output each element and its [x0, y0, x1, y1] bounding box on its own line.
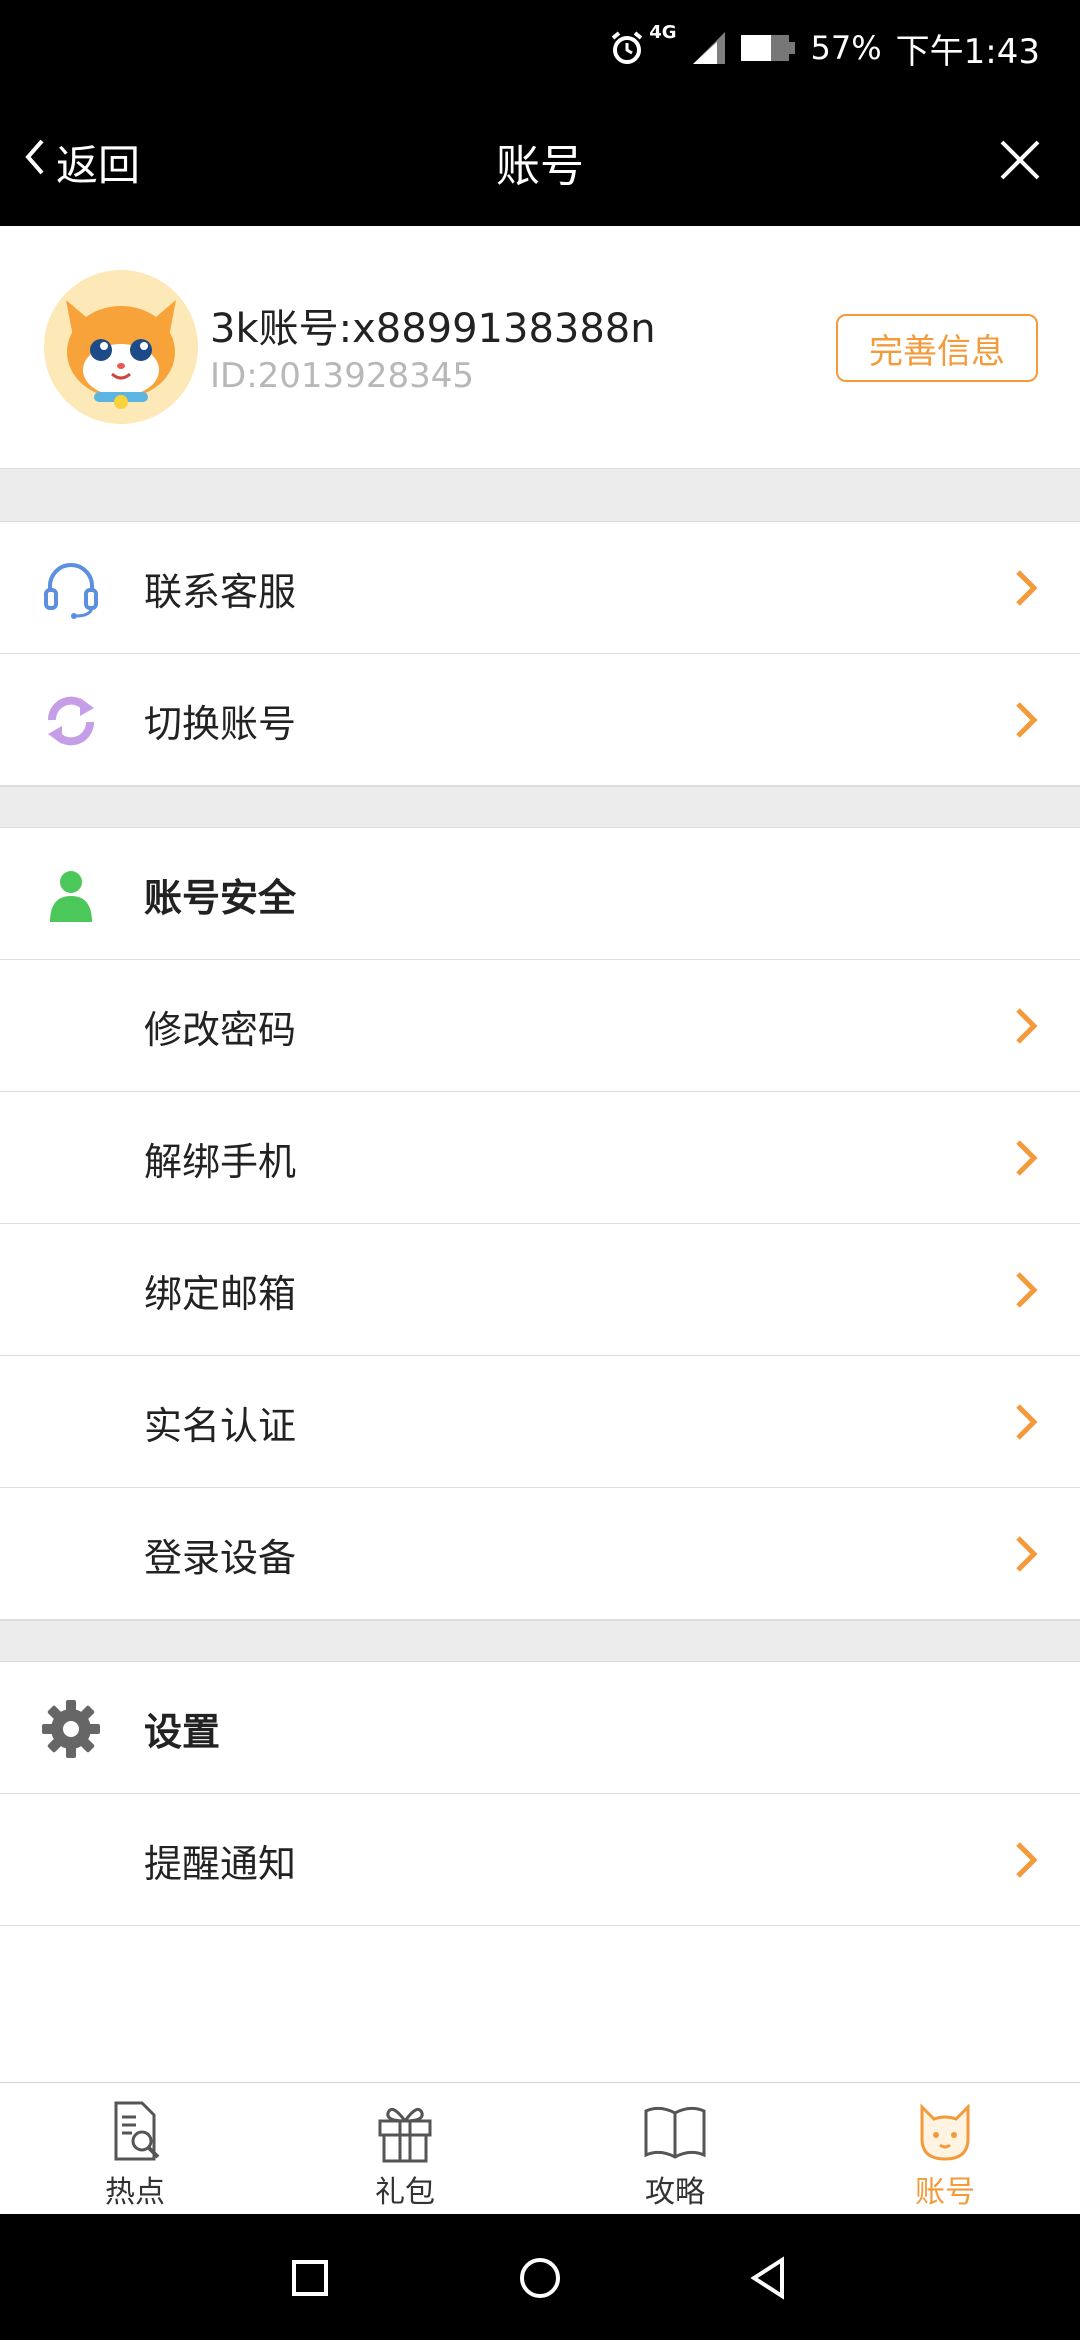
menu-label: 切换账号 — [144, 701, 297, 746]
menu-label: 登录设备 — [144, 1535, 297, 1580]
user-icon — [40, 864, 102, 926]
menu-item-contact-service[interactable]: 联系客服 — [0, 522, 1080, 654]
chevron-right-icon — [1014, 1840, 1038, 1880]
menu-label: 提醒通知 — [144, 1841, 297, 1886]
screen: 4G 57% 下午1:43 返回 账号 3k账号:x8899138388n ID… — [0, 0, 1080, 2340]
complete-info-button[interactable]: 完善信息 — [836, 314, 1038, 382]
account-name: 3k账号:x8899138388n — [210, 306, 656, 352]
back-label: 返回 — [56, 140, 141, 190]
tab-label: 热点 — [105, 2175, 165, 2210]
section-header-account-security: 账号安全 — [0, 828, 1080, 960]
app-header: 返回 账号 — [0, 98, 1080, 226]
section-title: 设置 — [144, 1709, 221, 1754]
tab-hot[interactable]: 热点 — [0, 2083, 270, 2215]
chevron-right-icon — [1014, 1534, 1038, 1574]
close-icon — [998, 138, 1042, 186]
status-icons: 4G 57% 下午1:43 — [609, 22, 1040, 74]
tab-label: 攻略 — [645, 2175, 705, 2210]
cat-avatar-icon — [44, 270, 198, 424]
section-title: 账号安全 — [144, 875, 297, 920]
home-button[interactable] — [514, 2252, 566, 2304]
section-divider — [0, 1620, 1080, 1662]
menu-label: 绑定邮箱 — [144, 1271, 297, 1316]
tab-gifts[interactable]: 礼包 — [270, 2083, 540, 2215]
section-divider — [0, 468, 1080, 522]
network-type: 4G — [649, 22, 677, 43]
menu-item-switch-account[interactable]: 切换账号 — [0, 654, 1080, 786]
chevron-right-icon — [1014, 1402, 1038, 1442]
menu-item-bind-email[interactable]: 绑定邮箱 — [0, 1224, 1080, 1356]
gift-icon — [378, 2107, 432, 2163]
chevron-right-icon — [1014, 1006, 1038, 1046]
status-bar: 4G 57% 下午1:43 — [0, 0, 1080, 98]
menu-item-login-devices[interactable]: 登录设备 — [0, 1488, 1080, 1620]
tab-account[interactable]: 账号 — [810, 2083, 1080, 2215]
section-divider — [0, 786, 1080, 828]
bottom-tab-bar: 热点 礼包 攻略 账号 — [0, 2082, 1080, 2214]
account-id: ID:2013928345 — [210, 356, 474, 396]
tab-guides[interactable]: 攻略 — [540, 2083, 810, 2215]
menu-item-notifications[interactable]: 提醒通知 — [0, 1794, 1080, 1926]
back-button[interactable]: 返回 — [22, 98, 140, 226]
section-header-settings: 设置 — [0, 1662, 1080, 1794]
menu-item-unbind-phone[interactable]: 解绑手机 — [0, 1092, 1080, 1224]
tab-label: 账号 — [915, 2175, 975, 2210]
system-nav-bar — [0, 2214, 1080, 2340]
recents-button[interactable] — [284, 2252, 336, 2304]
menu-item-real-name[interactable]: 实名认证 — [0, 1356, 1080, 1488]
back-nav-button[interactable] — [744, 2252, 796, 2304]
close-button[interactable] — [986, 128, 1054, 196]
battery-icon — [740, 33, 797, 63]
headset-icon — [40, 558, 102, 620]
signal-icon — [691, 30, 727, 66]
chevron-right-icon — [1014, 1270, 1038, 1310]
switch-icon — [40, 690, 102, 752]
clock: 下午1:43 — [895, 31, 1040, 72]
menu-label: 实名认证 — [144, 1403, 297, 1448]
avatar[interactable] — [44, 270, 198, 424]
menu-label: 修改密码 — [144, 1007, 297, 1052]
cat-icon — [920, 2103, 970, 2161]
chevron-right-icon — [1014, 1138, 1038, 1178]
alarm-icon — [609, 30, 645, 66]
chevron-left-icon — [22, 135, 48, 189]
page-title: 账号 — [496, 141, 584, 192]
tab-label: 礼包 — [375, 2175, 435, 2210]
menu-item-change-password[interactable]: 修改密码 — [0, 960, 1080, 1092]
chevron-right-icon — [1014, 568, 1038, 608]
chevron-right-icon — [1014, 700, 1038, 740]
news-search-icon — [114, 2101, 160, 2161]
profile-card: 3k账号:x8899138388n ID:2013928345 完善信息 — [0, 226, 1080, 468]
battery-percent: 57% — [810, 29, 882, 67]
menu-label: 解绑手机 — [144, 1139, 297, 1184]
book-icon — [644, 2106, 706, 2159]
menu-label: 联系客服 — [144, 569, 297, 614]
gear-icon — [40, 1698, 102, 1760]
